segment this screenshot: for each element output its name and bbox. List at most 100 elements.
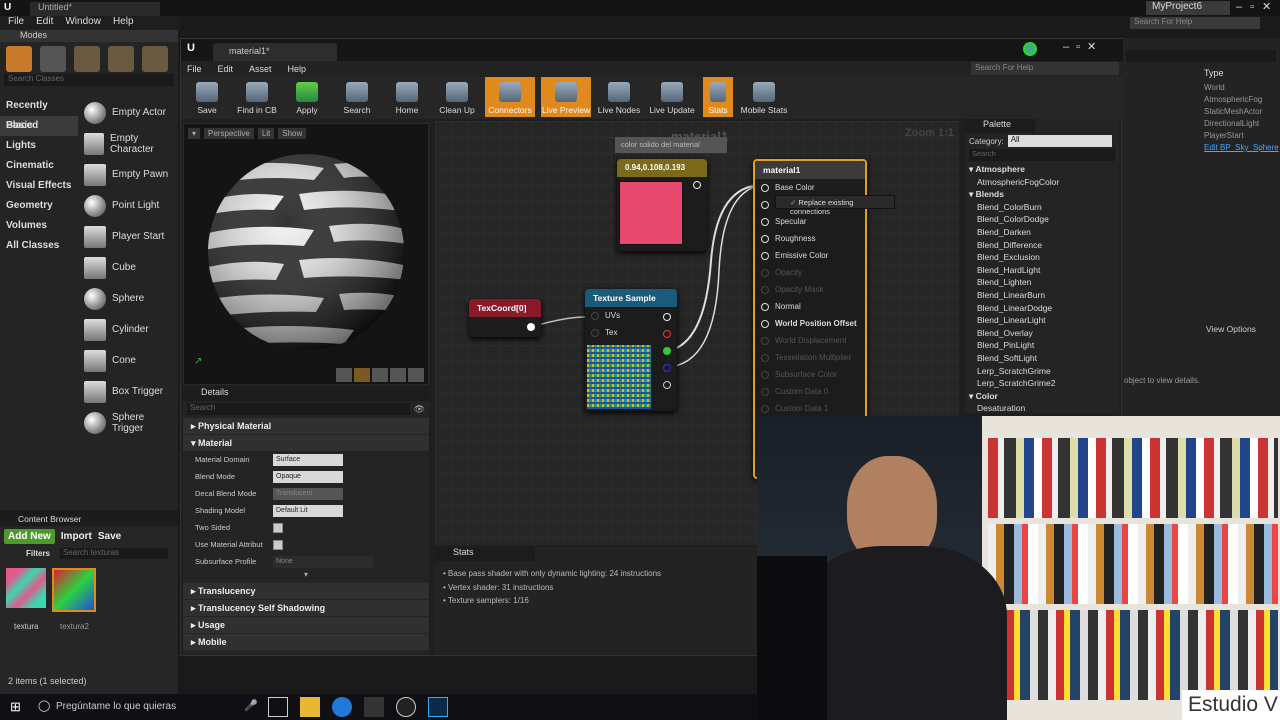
palette-item[interactable]: Blend_Difference bbox=[965, 239, 1119, 252]
rgb-output-pin-icon[interactable] bbox=[663, 313, 671, 321]
apply-button[interactable]: Apply bbox=[285, 77, 329, 117]
output-pin-icon[interactable] bbox=[693, 181, 701, 189]
cylinder-preview-icon[interactable] bbox=[336, 368, 352, 382]
a-output-pin-icon[interactable] bbox=[663, 381, 671, 389]
r-output-pin-icon[interactable] bbox=[663, 330, 671, 338]
place-item[interactable]: Point Light bbox=[84, 190, 178, 221]
asset-search-input[interactable]: Search texturas bbox=[60, 547, 169, 559]
windows-start-icon[interactable]: ⊞ bbox=[10, 699, 21, 715]
comment-box[interactable]: color solido del material bbox=[615, 137, 727, 153]
view-options-button[interactable]: View Options bbox=[1206, 324, 1256, 334]
result-pin[interactable]: Roughness bbox=[755, 230, 865, 247]
palette-item[interactable]: Blend_Lighten bbox=[965, 276, 1119, 289]
find-in-cb-button[interactable]: Find in CB bbox=[235, 77, 279, 117]
editor-window-controls[interactable]: –▫✕ bbox=[1063, 40, 1103, 53]
help-search-input[interactable]: Search For Help bbox=[971, 62, 1119, 75]
task-view-icon[interactable] bbox=[268, 697, 288, 717]
cortana-search-icon[interactable]: ◯ bbox=[38, 699, 50, 712]
search-button[interactable]: Search bbox=[335, 77, 379, 117]
palette-item[interactable]: Blend_Overlay bbox=[965, 327, 1119, 340]
edit-sky-sphere-link[interactable]: Edit BP_Sky_Sphere bbox=[1204, 142, 1279, 154]
asset-thumbnail-selected[interactable] bbox=[52, 568, 96, 612]
home-button[interactable]: Home bbox=[385, 77, 429, 117]
palette-search-input[interactable]: Search bbox=[969, 149, 1115, 161]
palette-item[interactable]: Blend_SoftLight bbox=[965, 352, 1119, 365]
result-pin[interactable]: Base Color bbox=[755, 179, 865, 196]
material-tab[interactable]: material1* bbox=[213, 43, 337, 61]
unreal-engine-icon[interactable] bbox=[396, 697, 416, 717]
palette-group[interactable]: ▾ Atmosphere bbox=[965, 163, 1119, 176]
place-item[interactable]: Empty Pawn bbox=[84, 159, 178, 190]
place-mode-icon[interactable] bbox=[6, 46, 32, 72]
live-update-button[interactable]: Live Update bbox=[647, 77, 697, 117]
blend-mode-dropdown[interactable]: Opaque bbox=[273, 470, 343, 483]
palette-item[interactable]: Blend_Exclusion bbox=[965, 251, 1119, 264]
expand-arrow-icon[interactable]: ▾ bbox=[183, 570, 429, 582]
palette-item[interactable]: Lerp_ScratchGrime bbox=[965, 365, 1119, 378]
show-button[interactable]: Show bbox=[278, 128, 307, 139]
material-domain-dropdown[interactable]: Surface bbox=[273, 453, 343, 466]
category-dropdown[interactable]: All bbox=[1007, 135, 1112, 147]
palette-group[interactable]: ▾ Color bbox=[965, 390, 1119, 403]
lit-button[interactable]: Lit bbox=[257, 128, 275, 139]
save-button[interactable]: Save bbox=[185, 77, 229, 117]
background-tab[interactable]: Untitled* bbox=[30, 2, 160, 16]
menu-asset[interactable]: Asset bbox=[249, 61, 272, 77]
file-explorer-icon[interactable] bbox=[300, 697, 320, 717]
palette-item[interactable]: Blend_LinearDodge bbox=[965, 302, 1119, 315]
add-new-button[interactable]: Add New bbox=[4, 528, 55, 544]
photoshop-icon[interactable] bbox=[428, 697, 448, 717]
landscape-mode-icon[interactable] bbox=[74, 46, 100, 72]
palette-item[interactable]: Blend_PinLight bbox=[965, 339, 1119, 352]
outliner-search[interactable] bbox=[1126, 50, 1276, 62]
section-material[interactable]: ▾ Material bbox=[183, 435, 429, 451]
teapot-preview-icon[interactable] bbox=[408, 368, 424, 382]
menu-file[interactable]: File bbox=[8, 16, 24, 30]
stats-tab[interactable]: Stats bbox=[435, 547, 535, 561]
result-pin[interactable]: World Position Offset bbox=[755, 315, 865, 332]
texture-sample-node[interactable]: Texture Sample UVs Tex bbox=[585, 289, 677, 411]
live-nodes-button[interactable]: Live Nodes bbox=[597, 77, 641, 117]
texcoord-node[interactable]: TexCoord[0] bbox=[469, 299, 541, 337]
category-all-classes[interactable]: All Classes bbox=[0, 236, 78, 256]
save-all-button[interactable]: Save bbox=[98, 531, 121, 542]
two-sided-checkbox[interactable] bbox=[273, 522, 283, 533]
menu-edit[interactable]: Edit bbox=[218, 61, 234, 77]
palette-tab[interactable]: Palette bbox=[965, 119, 1035, 133]
perspective-button[interactable]: Perspective bbox=[204, 128, 254, 139]
palette-item[interactable]: AtmosphericFogColor bbox=[965, 176, 1119, 189]
menu-help[interactable]: Help bbox=[113, 16, 134, 30]
palette-item[interactable]: Blend_LinearLight bbox=[965, 314, 1119, 327]
place-item[interactable]: Player Start bbox=[84, 221, 178, 252]
details-tab[interactable]: Details bbox=[183, 387, 429, 401]
result-pin[interactable]: Emissive Color bbox=[755, 247, 865, 264]
menu-edit[interactable]: Edit bbox=[36, 16, 53, 30]
palette-item[interactable]: Blend_ColorBurn bbox=[965, 201, 1119, 214]
palette-item[interactable]: Blend_ColorDodge bbox=[965, 213, 1119, 226]
stats-button[interactable]: Stats bbox=[703, 77, 733, 117]
mobile-stats-button[interactable]: Mobile Stats bbox=[739, 77, 789, 117]
place-item[interactable]: Cone bbox=[84, 345, 178, 376]
filters-button[interactable]: Filters bbox=[26, 549, 50, 558]
category-lights[interactable]: Lights bbox=[0, 136, 78, 156]
place-item[interactable]: Empty Actor bbox=[84, 97, 178, 128]
g-output-pin-icon[interactable] bbox=[663, 347, 671, 355]
details-search-input[interactable]: Search bbox=[187, 403, 410, 415]
asset-thumbnail[interactable] bbox=[6, 568, 46, 608]
section-mobile[interactable]: ▸ Mobile bbox=[183, 634, 429, 650]
microphone-icon[interactable]: 🎤 bbox=[244, 699, 258, 712]
output-pin-icon[interactable] bbox=[527, 323, 535, 331]
palette-item[interactable]: Blend_Darken bbox=[965, 226, 1119, 239]
category-geometry[interactable]: Geometry bbox=[0, 196, 78, 216]
category-basic[interactable]: Basic bbox=[0, 116, 78, 136]
place-item[interactable]: Sphere Trigger bbox=[84, 407, 178, 438]
place-item[interactable]: Sphere bbox=[84, 283, 178, 314]
section-translucency-self-shadowing[interactable]: ▸ Translucency Self Shadowing bbox=[183, 600, 429, 616]
cortana-search-input[interactable]: Pregúntame lo que quieras bbox=[56, 701, 176, 712]
notification-icon[interactable] bbox=[1023, 42, 1037, 56]
window-controls[interactable]: –▫✕ bbox=[1236, 0, 1279, 13]
palette-item[interactable]: Blend_LinearBurn bbox=[965, 289, 1119, 302]
palette-item[interactable]: Blend_HardLight bbox=[965, 264, 1119, 277]
modes-tab[interactable]: Modes bbox=[0, 30, 178, 42]
menu-window[interactable]: Window bbox=[65, 16, 101, 30]
